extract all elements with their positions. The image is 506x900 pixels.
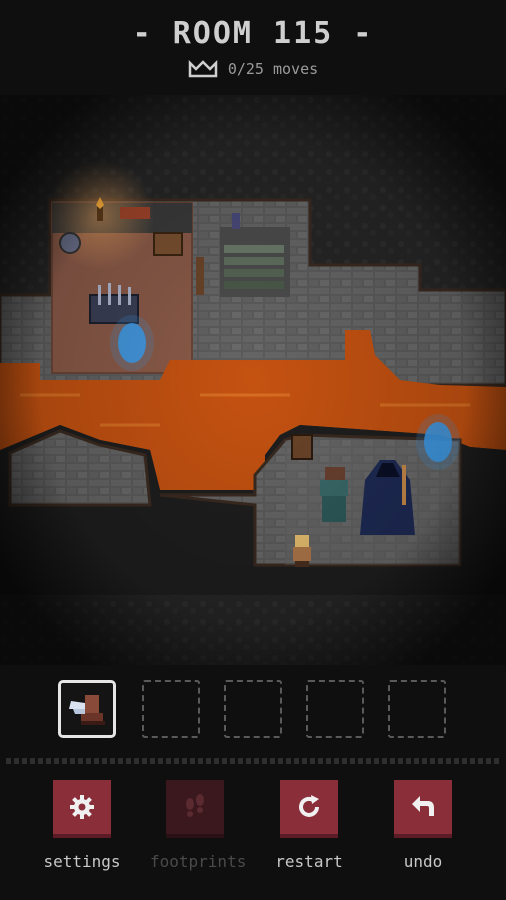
header: - ROOM 115 - 0/25 moves <box>0 0 506 100</box>
footprints-icon <box>186 794 204 817</box>
settings-label: settings <box>43 852 121 871</box>
settings-tool: settings <box>37 780 127 880</box>
moves-counter: 0/25 moves <box>0 60 506 78</box>
settings-button[interactable] <box>53 780 111 838</box>
shield-icon <box>59 232 81 254</box>
wall-lamp <box>232 213 240 229</box>
player-hero[interactable] <box>293 535 311 567</box>
door-post <box>196 257 204 295</box>
moves-text: 0/25 moves <box>227 60 319 78</box>
gear-icon <box>70 795 94 819</box>
undo-button[interactable] <box>394 780 452 838</box>
crossbow-icon <box>153 232 183 256</box>
footprints-tool: footprints <box>150 780 247 880</box>
wall-banner <box>120 207 150 219</box>
inventory-slot-5[interactable] <box>388 680 446 738</box>
inventory-slot-2[interactable] <box>142 680 200 738</box>
inventory-slot-4[interactable] <box>306 680 364 738</box>
separator <box>6 758 500 764</box>
inventory-slot-3[interactable] <box>224 680 282 738</box>
undo-arrow-icon <box>412 796 434 816</box>
toolbar: settings footprints restart undo <box>0 780 506 890</box>
room-title: - ROOM 115 - <box>132 16 374 51</box>
restart-tool: restart <box>264 780 354 880</box>
wall-shield-icon <box>291 434 313 460</box>
inventory-slot-1[interactable] <box>58 680 116 738</box>
torch-icon <box>97 207 103 221</box>
undo-label: undo <box>403 852 443 871</box>
undo-tool: undo <box>378 780 468 880</box>
restart-button[interactable] <box>280 780 338 838</box>
restart-label: restart <box>275 852 343 871</box>
footprints-button[interactable] <box>166 780 224 838</box>
crown-icon <box>188 60 218 78</box>
footprints-label: footprints <box>150 852 247 871</box>
winged-boot-icon <box>69 695 105 725</box>
inventory-bar <box>0 680 506 746</box>
restart-icon <box>299 795 319 817</box>
dungeon-map[interactable] <box>0 95 506 665</box>
